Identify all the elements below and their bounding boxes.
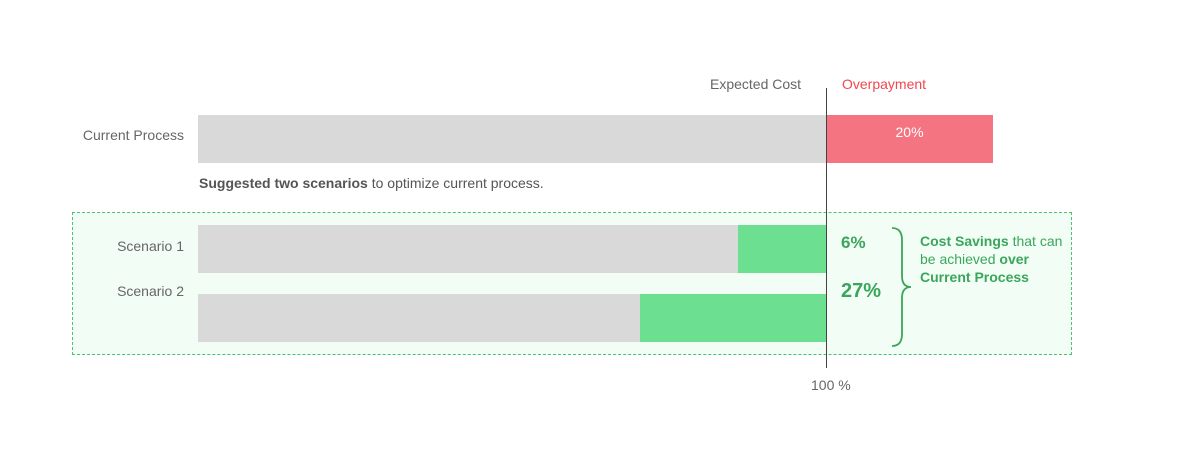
savings-label-scenario-1: 6% bbox=[841, 233, 866, 252]
scenarios-note-bold: Suggested two scenarios bbox=[199, 175, 368, 191]
bar-current-expected bbox=[198, 115, 826, 163]
axis-100-label: 100 % bbox=[811, 377, 851, 393]
bar-scenario-1-cost bbox=[198, 225, 739, 273]
expected-cost-header: Expected Cost bbox=[710, 76, 802, 92]
overpayment-label: 20% bbox=[895, 124, 924, 140]
row-label-scenario-1: Scenario 1 bbox=[117, 238, 184, 254]
bar-scenario-2-cost bbox=[198, 294, 641, 342]
row-label-scenario-2: Scenario 2 bbox=[117, 283, 184, 299]
savings-explanation-bold-1: Cost Savings bbox=[920, 233, 1009, 249]
bar-scenario-2-savings bbox=[640, 294, 826, 342]
bar-scenario-1-savings bbox=[738, 225, 826, 273]
scenarios-note: Suggested two scenarios to optimize curr… bbox=[199, 175, 544, 191]
overpayment-header: Overpayment bbox=[842, 76, 927, 92]
bar-current-overpayment: 20% bbox=[826, 115, 994, 163]
brace-icon bbox=[891, 227, 912, 347]
axis-100-line bbox=[826, 88, 827, 368]
scenarios-note-rest: to optimize current process. bbox=[367, 175, 544, 191]
savings-explanation: Cost Savings that can be achieved over C… bbox=[920, 232, 1080, 286]
savings-label-scenario-2: 27% bbox=[841, 280, 882, 302]
row-label-current: Current Process bbox=[82, 127, 184, 143]
